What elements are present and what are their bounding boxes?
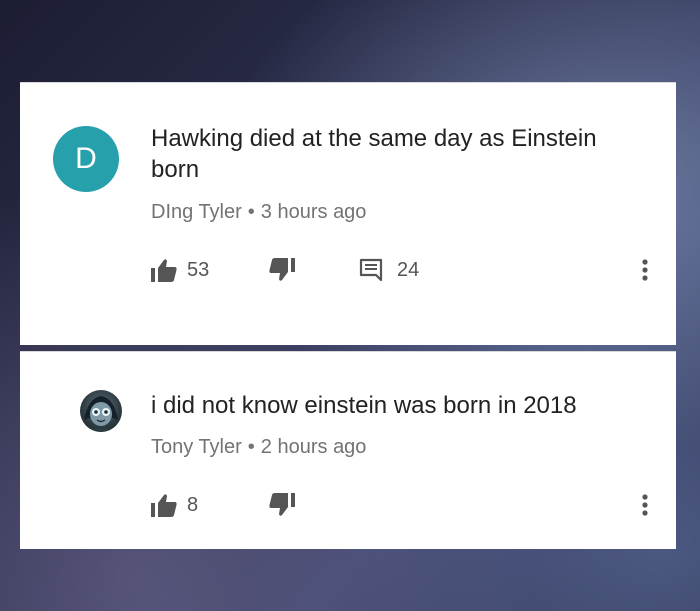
more-options-button[interactable]	[637, 255, 653, 285]
more-vertical-icon	[642, 494, 648, 516]
reply-count: 24	[397, 258, 420, 281]
comment-text: Hawking died at the same day as Einstein…	[151, 125, 597, 183]
thumbs-up-icon	[151, 258, 177, 282]
like-count: 53	[187, 258, 210, 281]
comment-meta: Tony Tyler • 2 hours ago	[151, 436, 366, 459]
comment-icon	[359, 258, 383, 282]
comment-meta: DIng Tyler • 3 hours ago	[151, 201, 366, 224]
author-name[interactable]: DIng Tyler	[151, 201, 242, 223]
comment-card: D Hawking died at the same day as Einste…	[20, 82, 676, 345]
like-count: 8	[187, 493, 199, 516]
comment-text: i did not know einstein was born in 2018	[151, 392, 577, 419]
dislike-button[interactable]	[269, 490, 295, 520]
more-options-button[interactable]	[637, 490, 653, 520]
like-button[interactable]: 53	[151, 255, 209, 285]
separator: •	[247, 201, 255, 223]
comment-actions: 53 24	[151, 255, 671, 285]
thumbs-down-icon	[269, 258, 295, 282]
timestamp: 2 hours ago	[260, 436, 367, 458]
dislike-button[interactable]	[269, 255, 295, 285]
thumbs-down-icon	[269, 493, 295, 517]
thumbs-up-icon	[151, 493, 177, 517]
reply-button[interactable]: 24	[359, 255, 419, 285]
author-name[interactable]: Tony Tyler	[151, 436, 242, 458]
comment-card: i did not know einstein was born in 2018…	[20, 351, 676, 549]
comment-actions: 8	[151, 490, 671, 520]
timestamp: 3 hours ago	[260, 201, 367, 223]
avatar[interactable]: D	[53, 126, 119, 192]
more-vertical-icon	[642, 259, 648, 281]
avatar[interactable]	[80, 390, 122, 432]
like-button[interactable]: 8	[151, 490, 198, 520]
separator: •	[247, 436, 255, 458]
